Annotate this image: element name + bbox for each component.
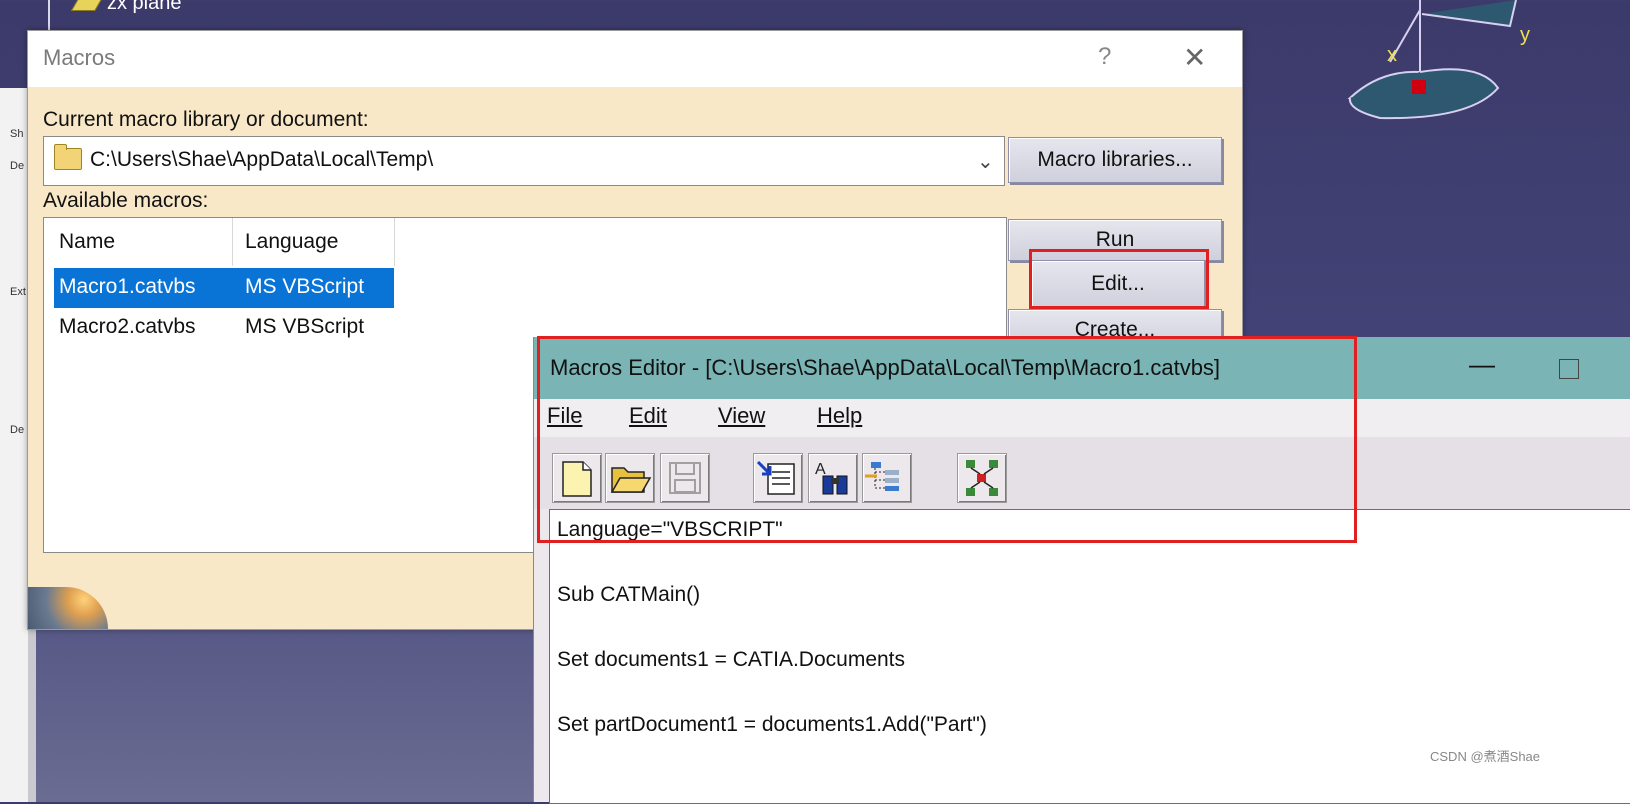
plane-icon <box>70 0 104 11</box>
decorative-sphere <box>28 587 108 629</box>
macro-name: Macro1.catvbs <box>59 275 196 298</box>
side-panel-label: De <box>10 160 25 172</box>
folder-icon <box>54 144 82 170</box>
column-header-name[interactable]: Name <box>59 230 115 254</box>
side-panel-label: Sh <box>10 128 24 140</box>
column-divider[interactable] <box>394 218 395 266</box>
tree-connector <box>48 0 50 34</box>
tree-item-label: zx plane <box>107 0 182 14</box>
side-panel-label: De <box>10 424 25 436</box>
dialog-title: Macros <box>43 45 116 70</box>
left-strip <box>28 630 36 802</box>
axis-x-label: x <box>1387 44 1397 66</box>
available-macros-label: Available macros: <box>43 189 209 212</box>
help-button[interactable]: ? <box>1098 43 1111 71</box>
column-divider[interactable] <box>232 218 233 266</box>
dialog-title-bar[interactable]: Macros ? ✕ <box>28 31 1242 87</box>
code-line: Set documents1 = CATIA.Documents <box>557 648 906 671</box>
macro-language: MS VBScript <box>245 315 365 338</box>
side-panel-label: Ext <box>10 286 26 298</box>
code-line: Set partDocument1 = documents1.Add("Part… <box>557 713 987 736</box>
maximize-icon[interactable] <box>1559 359 1579 379</box>
editor-highlight-box <box>537 336 1357 543</box>
current-library-label: Current macro library or document: <box>43 108 369 131</box>
minimize-icon[interactable]: — <box>1469 349 1495 380</box>
axis-y-label: y <box>1520 24 1530 46</box>
macro-row-macro1[interactable]: Macro1.catvbs MS VBScript <box>54 268 394 308</box>
edit-highlight-box <box>1029 249 1209 309</box>
library-select[interactable]: C:\Users\Shae\AppData\Local\Temp\ ⌄ <box>43 136 1005 186</box>
code-line: Sub CATMain() <box>557 583 701 606</box>
column-header-language[interactable]: Language <box>245 230 338 254</box>
tree-item-zx-plane[interactable]: zx plane <box>70 0 182 15</box>
chevron-down-icon[interactable]: ⌄ <box>977 149 994 174</box>
macro-row-macro2[interactable]: Macro2.catvbs MS VBScript <box>54 308 394 348</box>
macro-name: Macro2.catvbs <box>59 315 196 338</box>
macro-libraries-button[interactable]: Macro libraries... <box>1008 137 1222 183</box>
watermark: CSDN @煮酒Shae <box>1430 749 1541 764</box>
compass-axis-icon <box>1347 0 1517 120</box>
library-path: C:\Users\Shae\AppData\Local\Temp\ <box>90 148 434 171</box>
left-side-panel: Sh De Ext De <box>0 88 29 802</box>
close-icon[interactable]: ✕ <box>1183 41 1206 74</box>
macro-language: MS VBScript <box>245 275 365 298</box>
